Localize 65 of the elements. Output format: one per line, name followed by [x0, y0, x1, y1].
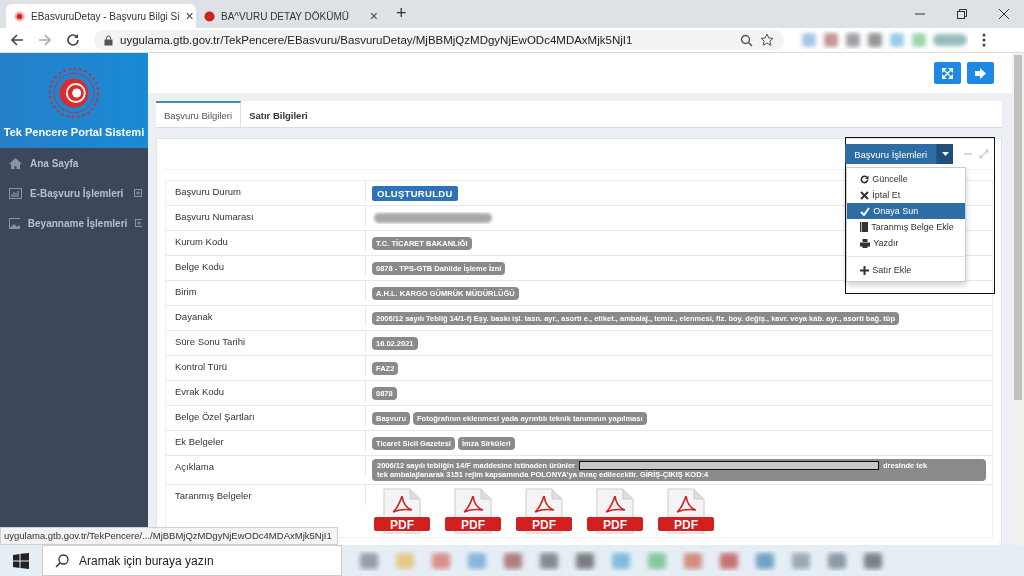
scrollbar[interactable]	[1012, 53, 1024, 545]
menu-item[interactable]: İptal Et	[847, 187, 966, 203]
printer-icon	[860, 238, 871, 248]
field-label: Dayanak	[166, 306, 366, 326]
reload-icon[interactable]	[66, 33, 80, 47]
sidebar-item[interactable]: E-Başvuru İşlemleri	[0, 178, 148, 208]
field-label: Başvuru Numarası	[166, 206, 366, 226]
tab[interactable]: Başvuru Bilgileri	[156, 101, 242, 127]
check-icon	[860, 206, 871, 216]
zoom-icon[interactable]	[740, 33, 753, 47]
expand-icon[interactable]	[135, 219, 142, 227]
search-icon	[55, 553, 69, 568]
status-badge: OLUŞTURULDU	[372, 185, 458, 201]
windows-logo-icon[interactable]	[13, 552, 29, 569]
field-label: Evrak Kodu	[166, 381, 366, 401]
browser-tab[interactable]: EBasvuruDetay - Başvuru Bilgi Si ×	[6, 4, 196, 28]
dropdown-toggle[interactable]	[936, 144, 953, 164]
book-icon	[860, 222, 869, 232]
forward-icon[interactable]	[38, 33, 52, 47]
fullscreen-icon	[942, 67, 953, 79]
close-icon[interactable]	[998, 8, 1010, 20]
chart-icon	[9, 187, 22, 199]
tab[interactable]: Satır Bilgileri	[241, 101, 316, 127]
address-field[interactable]: uygulama.gtb.gov.tr/TekPencere/EBasvuru/BasvuruDetay/MjBBMjQzMDgyNjEwODc4MDAxMjk5NjI1	[94, 30, 784, 50]
expand-icon[interactable]	[134, 189, 142, 197]
back-icon[interactable]	[10, 33, 24, 47]
actions-button[interactable]: Başvuru İşlemleri	[845, 144, 936, 164]
image-icon	[9, 217, 20, 229]
field-label: Süre Sonu Tarihi	[166, 331, 366, 351]
menu-item[interactable]: Taranmış Belge Ekle	[847, 219, 966, 235]
menu-item[interactable]: Yazdır	[847, 235, 966, 251]
field-label: Taranmış Belgeler	[166, 485, 366, 505]
close-icon[interactable]: ×	[185, 8, 194, 24]
sidebar-item[interactable]: Ana Sayfa	[0, 148, 148, 178]
caret-icon	[941, 152, 949, 156]
emblem-logo-icon	[47, 66, 101, 120]
field-label: Belge Özel Şartları	[166, 406, 366, 426]
menu-icon[interactable]	[982, 33, 986, 47]
star-icon[interactable]	[760, 33, 774, 47]
browser-tab[interactable]: BA^VURU DETAY DÖKÜMÜ ×	[196, 4, 386, 28]
fullscreen-button[interactable]	[934, 62, 961, 84]
menu-item[interactable]: Güncelle	[847, 171, 966, 187]
plus-icon	[860, 265, 870, 275]
taskbar-search-field[interactable]: Aramak için buraya yazın	[42, 545, 342, 576]
lock-icon	[104, 34, 113, 46]
field-label: Ek Belgeler	[166, 431, 366, 451]
close-icon	[860, 190, 870, 200]
refresh-icon	[860, 174, 870, 184]
field-label: Belge Kodu	[166, 256, 366, 276]
status-url: uygulama.gtb.gov.tr/TekPencere/.../MjBBMjQzMDgyNjEwODc4MDAxMjk5NjI1	[0, 527, 338, 545]
close-icon[interactable]: ×	[369, 8, 378, 24]
field-label: Kurum Kodu	[166, 231, 366, 251]
menu-item[interactable]: Satır Ekle	[847, 262, 966, 278]
field-label: Açıklama	[166, 456, 366, 476]
sidebar-item[interactable]: Beyanname İşlemleri	[0, 208, 148, 238]
logout-icon	[974, 67, 987, 79]
field-label: Birim	[166, 281, 366, 301]
field-label: Kontrol Türü	[166, 356, 366, 376]
field-label: Başvuru Durum	[166, 181, 366, 201]
home-icon	[9, 157, 22, 169]
logout-button[interactable]	[967, 62, 994, 84]
portal-title: Tek Pencere Portal Sistemi	[3, 126, 145, 138]
new-tab-button[interactable]: +	[396, 3, 407, 24]
menu-item[interactable]: Onaya Sun	[847, 203, 966, 219]
restore-icon[interactable]	[956, 8, 968, 20]
